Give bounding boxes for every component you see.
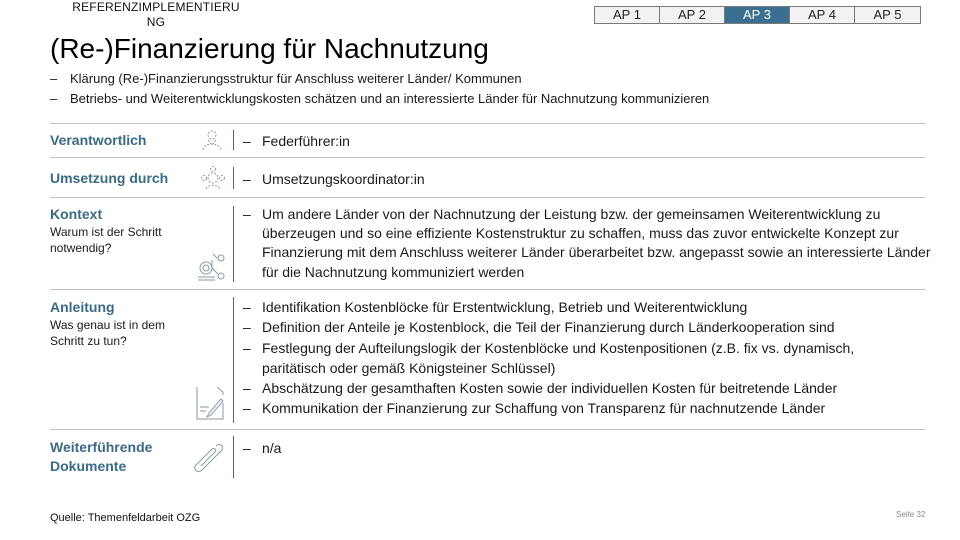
intro-text: Klärung (Re-)Finanzierungsstruktur für A… xyxy=(70,71,522,86)
row-separator xyxy=(233,297,234,423)
person-icon xyxy=(200,128,224,152)
item-text: Federführer:in xyxy=(262,133,350,149)
document-edit-icon xyxy=(195,385,225,421)
item-text: Um andere Länder von der Nachnutzung der… xyxy=(262,206,931,280)
team-icon xyxy=(200,165,226,191)
bullet-dash: – xyxy=(50,91,58,106)
list-item: – n/a xyxy=(243,438,933,458)
section-title-line1: REFERENZIMPLEMENTIERU xyxy=(72,0,240,14)
bullet-dash: – xyxy=(243,400,251,417)
tab-ap-4[interactable]: AP 4 xyxy=(790,7,855,23)
paperclip-icon xyxy=(190,442,226,478)
row-label-umsetzung: Umsetzung durch xyxy=(50,170,169,186)
bullet-dash: – xyxy=(243,206,251,222)
divider xyxy=(50,157,925,158)
tab-ap-5[interactable]: AP 5 xyxy=(855,7,920,23)
divider xyxy=(50,197,925,198)
section-title-line2: NG xyxy=(146,15,166,29)
bullet-dash: – xyxy=(243,339,251,356)
tab-ap-3[interactable]: AP 3 xyxy=(725,7,790,23)
item-text: Festlegung der Aufteilungslogik der Kost… xyxy=(262,339,855,376)
section-title: REFERENZIMPLEMENTIERU NG xyxy=(56,0,256,30)
divider xyxy=(50,123,925,124)
row-separator xyxy=(233,206,234,282)
label-line: Dokumente xyxy=(50,458,127,474)
row-content-anleitung: – Identifikation Kostenblöcke für Ersten… xyxy=(243,297,933,419)
source-note: Quelle: Themenfeldarbeit OZG xyxy=(50,512,201,524)
bullet-dash: – xyxy=(243,380,251,397)
row-separator xyxy=(233,436,234,478)
intro-item: – Betriebs- und Weiterentwicklungskosten… xyxy=(50,89,709,109)
row-separator xyxy=(233,130,234,150)
list-item: – Festlegung der Aufteilungslogik der Ko… xyxy=(243,338,933,379)
item-text: Umsetzungskoordinator:in xyxy=(262,171,425,187)
list-item: – Kommunikation der Finanzierung zur Sch… xyxy=(243,398,933,418)
bullet-dash: – xyxy=(243,440,251,456)
bullet-dash: – xyxy=(243,299,251,315)
intro-text: Betriebs- und Weiterentwicklungskosten s… xyxy=(70,91,710,106)
row-label-verantwortlich: Verantwortlich xyxy=(50,132,147,148)
bullet-dash: – xyxy=(243,133,251,149)
page-title: (Re-)Finanzierung für Nachnutzung xyxy=(50,33,489,64)
intro-item: – Klärung (Re-)Finanzierungsstruktur für… xyxy=(50,69,709,89)
divider xyxy=(50,289,925,290)
row-separator xyxy=(233,167,234,189)
context-diagram-icon xyxy=(195,250,229,284)
item-text: n/a xyxy=(262,440,282,456)
tab-ap-1[interactable]: AP 1 xyxy=(595,7,660,23)
ap-tab-bar: AP 1 AP 2 AP 3 AP 4 AP 5 xyxy=(594,6,921,24)
list-item: – Federführer:in xyxy=(243,131,933,151)
row-content-kontext: – Um andere Länder von der Nachnutzung d… xyxy=(243,205,933,282)
row-content-verantwortlich: – Federführer:in xyxy=(243,131,933,151)
list-item: – Um andere Länder von der Nachnutzung d… xyxy=(243,205,933,282)
tab-ap-2[interactable]: AP 2 xyxy=(660,7,725,23)
item-text: Identifikation Kostenblöcke für Erstentw… xyxy=(262,299,748,315)
item-text: Kommunikation der Finanzierung zur Schaf… xyxy=(262,400,826,417)
page-number: Seite 32 xyxy=(896,510,926,519)
row-content-dokumente: – n/a xyxy=(243,438,933,458)
list-item: – Identifikation Kostenblöcke für Ersten… xyxy=(243,297,933,317)
row-label-anleitung: Anleitung xyxy=(50,299,115,315)
bullet-dash: – xyxy=(243,171,251,187)
item-text: Definition der Anteile je Kostenblock, d… xyxy=(262,319,835,336)
row-label-dokumente: Weiterführende Dokumente xyxy=(50,438,152,476)
row-sublabel-kontext: Warum ist der Schritt notwendig? xyxy=(50,225,162,255)
item-text: Abschätzung der gesamthaften Kosten sowi… xyxy=(262,380,838,397)
row-label-kontext: Kontext xyxy=(50,206,103,222)
list-item: – Umsetzungskoordinator:in xyxy=(243,169,933,189)
list-item: – Abschätzung der gesamthaften Kosten so… xyxy=(243,378,933,398)
row-content-umsetzung: – Umsetzungskoordinator:in xyxy=(243,169,933,189)
bullet-dash: – xyxy=(50,71,58,86)
bullet-dash: – xyxy=(243,319,251,336)
divider xyxy=(50,429,925,430)
label-line: Weiterführende xyxy=(50,439,153,455)
list-item: – Definition der Anteile je Kostenblock,… xyxy=(243,317,933,337)
row-sublabel-anleitung: Was genau ist in dem Schritt zu tun? xyxy=(50,318,165,348)
intro-list: – Klärung (Re-)Finanzierungsstruktur für… xyxy=(50,69,709,109)
